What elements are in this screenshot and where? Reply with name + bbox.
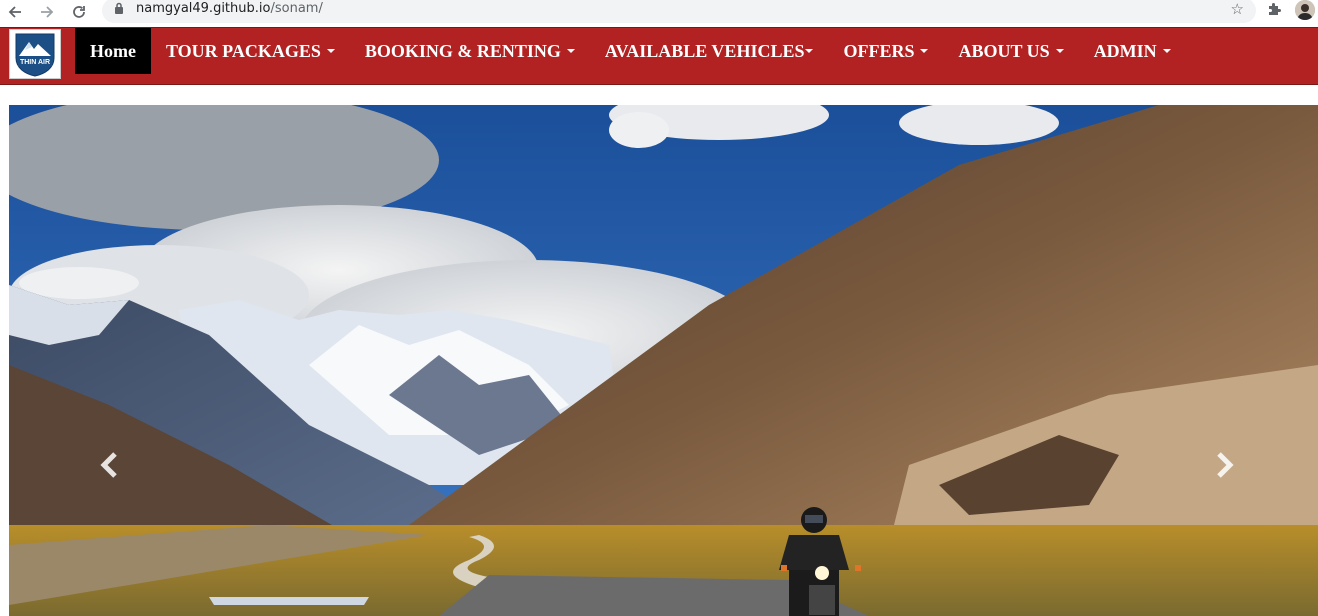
- star-icon[interactable]: ☆: [1231, 0, 1244, 18]
- caret-down-icon: [326, 49, 335, 53]
- nav-home-label: Home: [90, 40, 136, 61]
- hero-carousel: [9, 105, 1318, 616]
- nav-admin[interactable]: ADMIN: [1079, 28, 1186, 74]
- carousel-slide-image: [9, 105, 1318, 616]
- thin-air-logo-icon: THIN AIR: [15, 33, 55, 77]
- main-menu: Home TOUR PACKAGES BOOKING & RENTING AVA…: [75, 28, 1186, 74]
- nav-admin-label: ADMIN: [1093, 40, 1157, 61]
- reload-icon: [73, 6, 85, 18]
- caret-down-icon: [805, 49, 814, 53]
- caret-down-icon: [1162, 49, 1171, 53]
- nav-available-vehicles-label: AVAILABLE VEHICLES: [604, 40, 805, 61]
- nav-home[interactable]: Home: [75, 28, 151, 74]
- url-host: namgyal49.github.io: [136, 1, 271, 16]
- reload-button[interactable]: [68, 1, 90, 23]
- nav-tour-packages-label: TOUR PACKAGES: [165, 40, 321, 61]
- browser-toolbar: namgyal49.github.io/sonam/ ☆: [0, 0, 1318, 27]
- chevron-left-icon: [100, 452, 117, 478]
- caret-down-icon: [920, 49, 929, 53]
- nav-offers[interactable]: OFFERS: [828, 28, 943, 74]
- caret-down-icon: [566, 49, 575, 53]
- puzzle-icon: [1269, 3, 1281, 15]
- chevron-right-icon: [1217, 452, 1234, 478]
- nav-offers-label: OFFERS: [843, 40, 915, 61]
- avatar-image: [1295, 0, 1315, 20]
- caret-down-icon: [1055, 49, 1064, 53]
- nav-booking-renting-label: BOOKING & RENTING: [364, 40, 561, 61]
- address-bar[interactable]: namgyal49.github.io/sonam/ ☆: [102, 0, 1256, 23]
- nav-about-us[interactable]: ABOUT US: [943, 28, 1078, 74]
- back-button[interactable]: [4, 1, 26, 23]
- nav-available-vehicles[interactable]: AVAILABLE VEHICLES: [590, 28, 829, 74]
- arrow-left-icon: [8, 6, 21, 18]
- site-logo[interactable]: THIN AIR: [9, 29, 61, 79]
- profile-avatar[interactable]: [1295, 0, 1315, 20]
- site-navbar: THIN AIR Home TOUR PACKAGES BOOKING & RE…: [0, 27, 1318, 85]
- forward-button[interactable]: [36, 1, 58, 23]
- url-path: /sonam/: [270, 1, 323, 16]
- arrow-right-icon: [41, 6, 54, 18]
- nav-tour-packages[interactable]: TOUR PACKAGES: [151, 28, 350, 74]
- nav-about-us-label: ABOUT US: [958, 40, 1050, 61]
- extensions-button[interactable]: [1266, 2, 1282, 23]
- url-text: namgyal49.github.io/sonam/: [136, 1, 323, 16]
- carousel-next-button[interactable]: [1205, 445, 1245, 485]
- nav-booking-renting[interactable]: BOOKING & RENTING: [350, 28, 590, 74]
- lock-icon: [115, 2, 123, 14]
- logo-text: THIN AIR: [20, 59, 50, 66]
- carousel-prev-button[interactable]: [89, 445, 129, 485]
